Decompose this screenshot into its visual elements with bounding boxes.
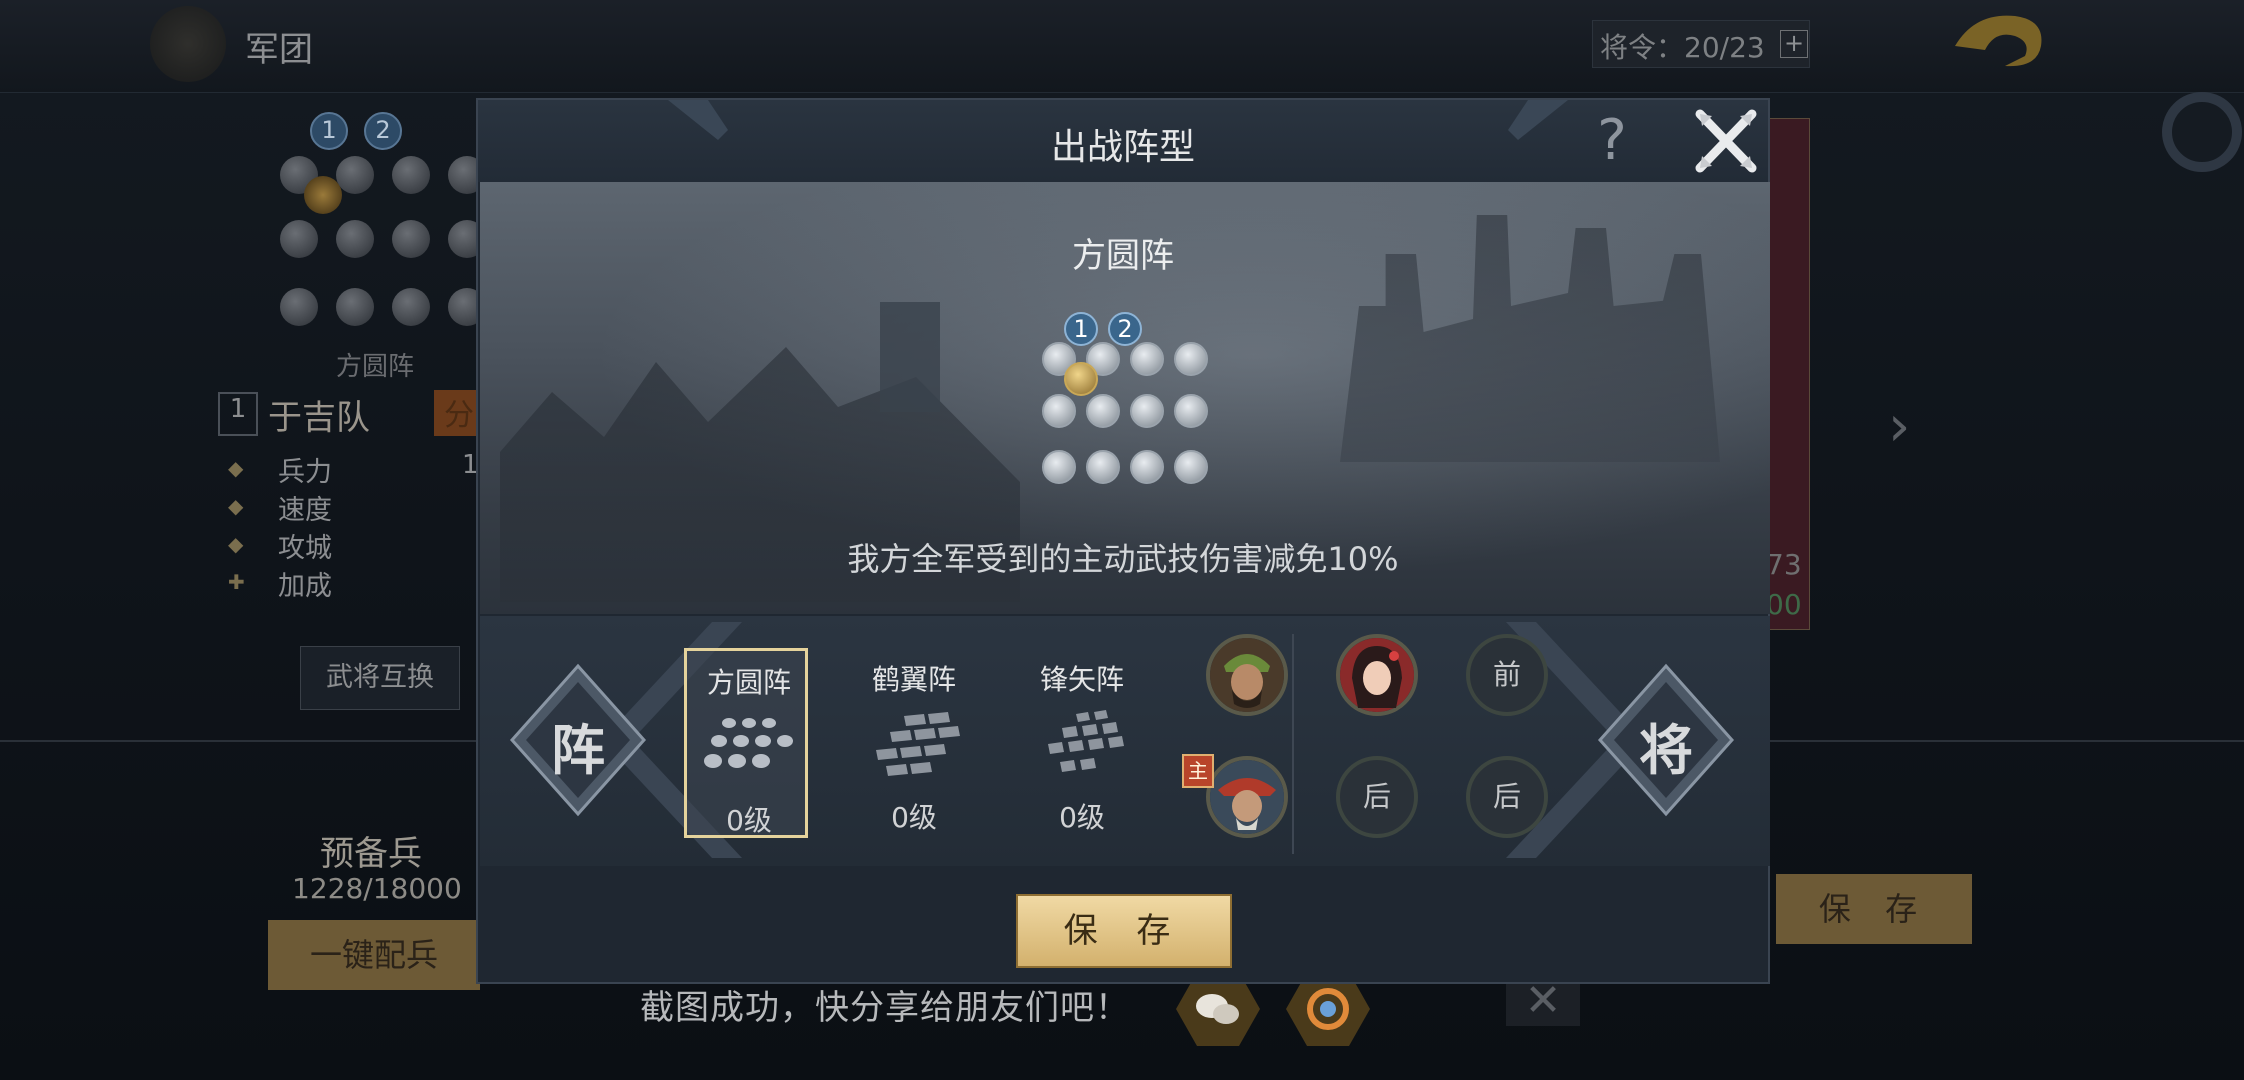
formation-node (1130, 450, 1164, 484)
general-tab-button[interactable]: 将 (1596, 660, 1736, 820)
formation-node (1174, 450, 1208, 484)
formation-option-fangyuan[interactable]: 方圆阵 0级 (684, 648, 808, 838)
rear-slot[interactable]: 后 (1466, 756, 1548, 838)
close-button[interactable] (1686, 102, 1766, 180)
rear-slot-label: 后 (1492, 780, 1521, 813)
helmet-icon: ◆ (228, 456, 244, 480)
formation-description: 我方全军受到的主动武技伤害减免10% (847, 540, 1399, 578)
bg-leader-node (304, 176, 342, 214)
general-slot-portrait[interactable] (1206, 634, 1288, 716)
slot-badge-1: 1 (1064, 312, 1098, 346)
formation-node (1130, 342, 1164, 376)
formation-option-name: 锋矢阵 (1039, 663, 1124, 696)
leader-node-icon (1064, 362, 1098, 396)
help-button[interactable]: ? (1584, 110, 1640, 172)
bg-slot-badge: 1 (310, 112, 348, 150)
legion-emblem-icon (150, 6, 226, 82)
formation-option-level: 0级 (726, 804, 772, 837)
bg-formation-node (280, 288, 318, 326)
fangyuan-formation-icon (704, 718, 793, 768)
ring-button-icon[interactable] (2162, 92, 2242, 172)
formation-node (1174, 342, 1208, 376)
card-value: 73 (1766, 548, 1802, 581)
orders-counter: 将令：20/23 (1600, 31, 1765, 64)
general-avatar (1340, 638, 1414, 712)
bg-save-button[interactable]: 保 存 (1776, 874, 1972, 944)
tower-illustration (880, 302, 940, 412)
one-click-assign-button[interactable]: 一键配兵 (268, 920, 480, 990)
formation-tab-label: 阵 (551, 718, 605, 782)
leader-avatar (1210, 760, 1284, 834)
screenshot-toast-text: 截图成功，快分享给朋友们吧！ (640, 988, 1130, 1028)
slot-badge-2: 2 (1108, 312, 1142, 346)
formation-node (1042, 450, 1076, 484)
formation-option-level: 0级 (1059, 801, 1105, 834)
bg-formation-node (336, 220, 374, 258)
dragon-logo-icon[interactable] (1945, 6, 2055, 80)
team-tag[interactable]: 分 (434, 390, 478, 436)
bg-formation-node (392, 156, 430, 194)
dialog-title: 出战阵型 (1050, 127, 1195, 168)
team-tag-label: 分 (444, 398, 474, 433)
rear-slot-label: 后 (1362, 780, 1391, 813)
card-value: 00 (1766, 588, 1802, 621)
team-number: 1 (218, 392, 258, 436)
bg-formation-label: 方圆阵 (336, 352, 415, 382)
leader-badge: 主 (1182, 754, 1214, 788)
add-orders-button[interactable]: + (1780, 30, 1808, 58)
general-avatar (1210, 638, 1284, 712)
leader-general-slot[interactable] (1206, 756, 1288, 838)
castle-icon: ◆ (228, 532, 244, 556)
bg-formation-node (336, 288, 374, 326)
panel-divider (1292, 634, 1294, 854)
formation-node (1086, 450, 1120, 484)
reserve-count: 1228/18000 (292, 872, 462, 905)
bg-formation-node (280, 220, 318, 258)
bg-formation-node (392, 288, 430, 326)
plus-icon: ✚ (228, 570, 245, 594)
stat-troops-label: 兵力 (278, 457, 332, 488)
formation-option-heyi[interactable]: 鹤翼阵 0级 (852, 648, 976, 838)
save-button[interactable]: 保 存 (1016, 894, 1232, 968)
general-tab-label: 将 (1639, 718, 1693, 782)
formation-option-name: 鹤翼阵 (871, 663, 956, 696)
top-bar (0, 0, 2244, 93)
close-icon (1695, 109, 1757, 173)
front-slot-label: 前 (1492, 658, 1521, 691)
rear-slot[interactable]: 后 (1336, 756, 1418, 838)
formation-node (1130, 394, 1164, 428)
stat-speed-label: 速度 (278, 495, 332, 526)
heyi-formation-icon (876, 712, 960, 776)
fengshi-formation-icon (1048, 710, 1124, 772)
page-title: 军团 (245, 30, 313, 70)
bg-slot-badge: 2 (364, 112, 402, 150)
chevron-right-icon[interactable]: › (1888, 394, 1910, 459)
formation-node (1042, 394, 1076, 428)
stat-siege-label: 攻城 (278, 533, 332, 564)
bg-formation-node (336, 156, 374, 194)
formation-node (1174, 394, 1208, 428)
formation-option-fengshi[interactable]: 锋矢阵 0级 (1020, 648, 1144, 838)
stat-bonus-label: 加成 (278, 571, 332, 602)
reserve-label: 预备兵 (320, 834, 422, 874)
formation-name: 方圆阵 (1072, 236, 1174, 276)
formation-option-level: 0级 (891, 801, 937, 834)
formation-node (1086, 394, 1120, 428)
bg-formation-node (392, 220, 430, 258)
general-slot-portrait[interactable] (1336, 634, 1418, 716)
horse-icon: ◆ (228, 494, 244, 518)
front-slot[interactable]: 前 (1466, 634, 1548, 716)
formation-option-name: 方圆阵 (706, 666, 791, 699)
formation-tab-button[interactable]: 阵 (508, 660, 648, 820)
team-name: 于吉队 (268, 398, 370, 438)
battle-formation-dialog: 出战阵型 ? 方圆阵 1 2 我方全军受到的主动武技伤害减免10% 阵 方圆阵 … (476, 98, 1770, 984)
swap-generals-button[interactable]: 武将互换 (300, 646, 460, 710)
